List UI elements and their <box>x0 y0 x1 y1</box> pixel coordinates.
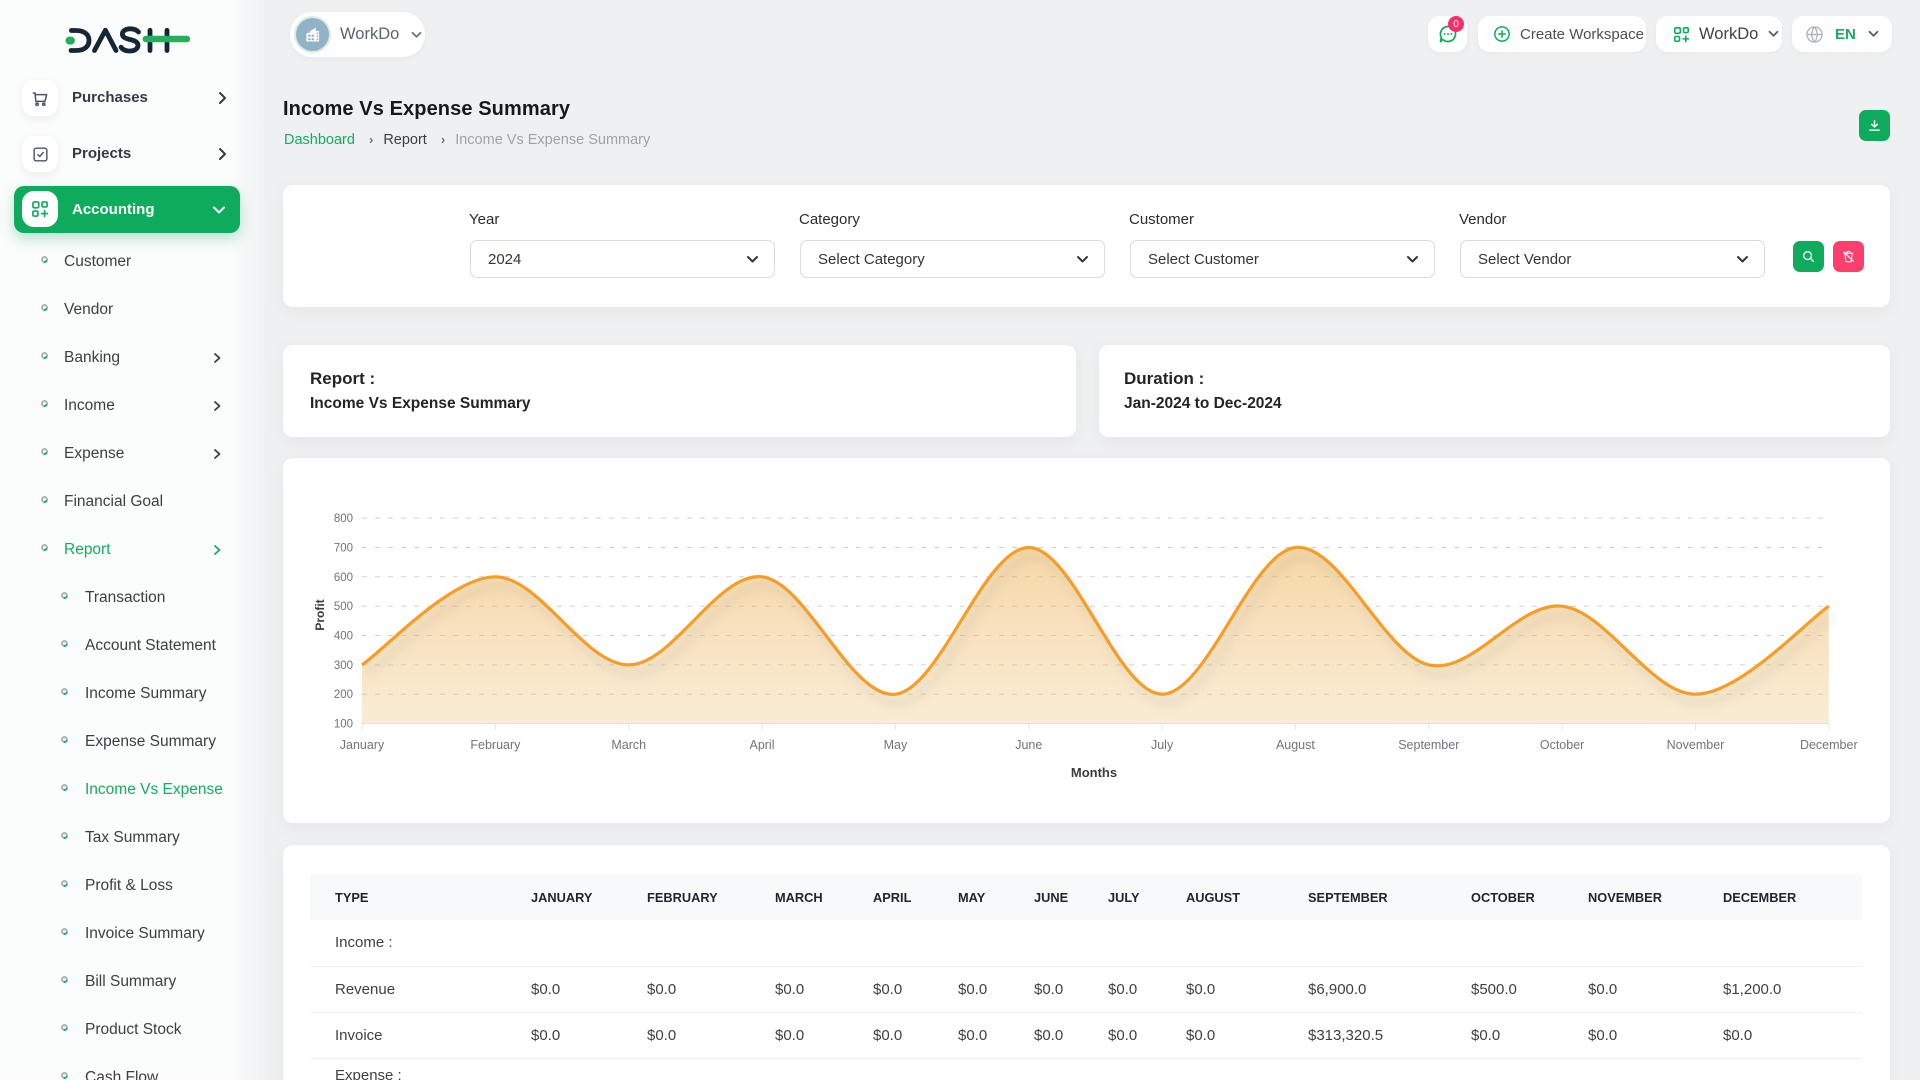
svg-text:November: November <box>1667 738 1725 752</box>
svg-text:February: February <box>470 738 521 752</box>
svg-text:January: January <box>340 738 385 752</box>
svg-text:August: August <box>1276 738 1315 752</box>
svg-text:700: 700 <box>334 543 353 555</box>
svg-text:July: July <box>1151 738 1174 752</box>
svg-text:800: 800 <box>334 513 353 525</box>
svg-text:600: 600 <box>334 572 353 584</box>
svg-text:300: 300 <box>334 660 353 672</box>
svg-text:Profit: Profit <box>313 599 327 630</box>
svg-text:May: May <box>884 738 908 752</box>
svg-text:March: March <box>611 738 646 752</box>
svg-text:400: 400 <box>334 631 353 643</box>
svg-text:September: September <box>1398 738 1459 752</box>
svg-text:500: 500 <box>334 601 353 613</box>
svg-text:Months: Months <box>1071 765 1117 780</box>
svg-text:June: June <box>1015 738 1042 752</box>
svg-text:200: 200 <box>334 689 353 701</box>
svg-text:December: December <box>1800 738 1858 752</box>
svg-text:April: April <box>749 738 774 752</box>
svg-text:October: October <box>1540 738 1584 752</box>
svg-text:100: 100 <box>334 719 353 731</box>
